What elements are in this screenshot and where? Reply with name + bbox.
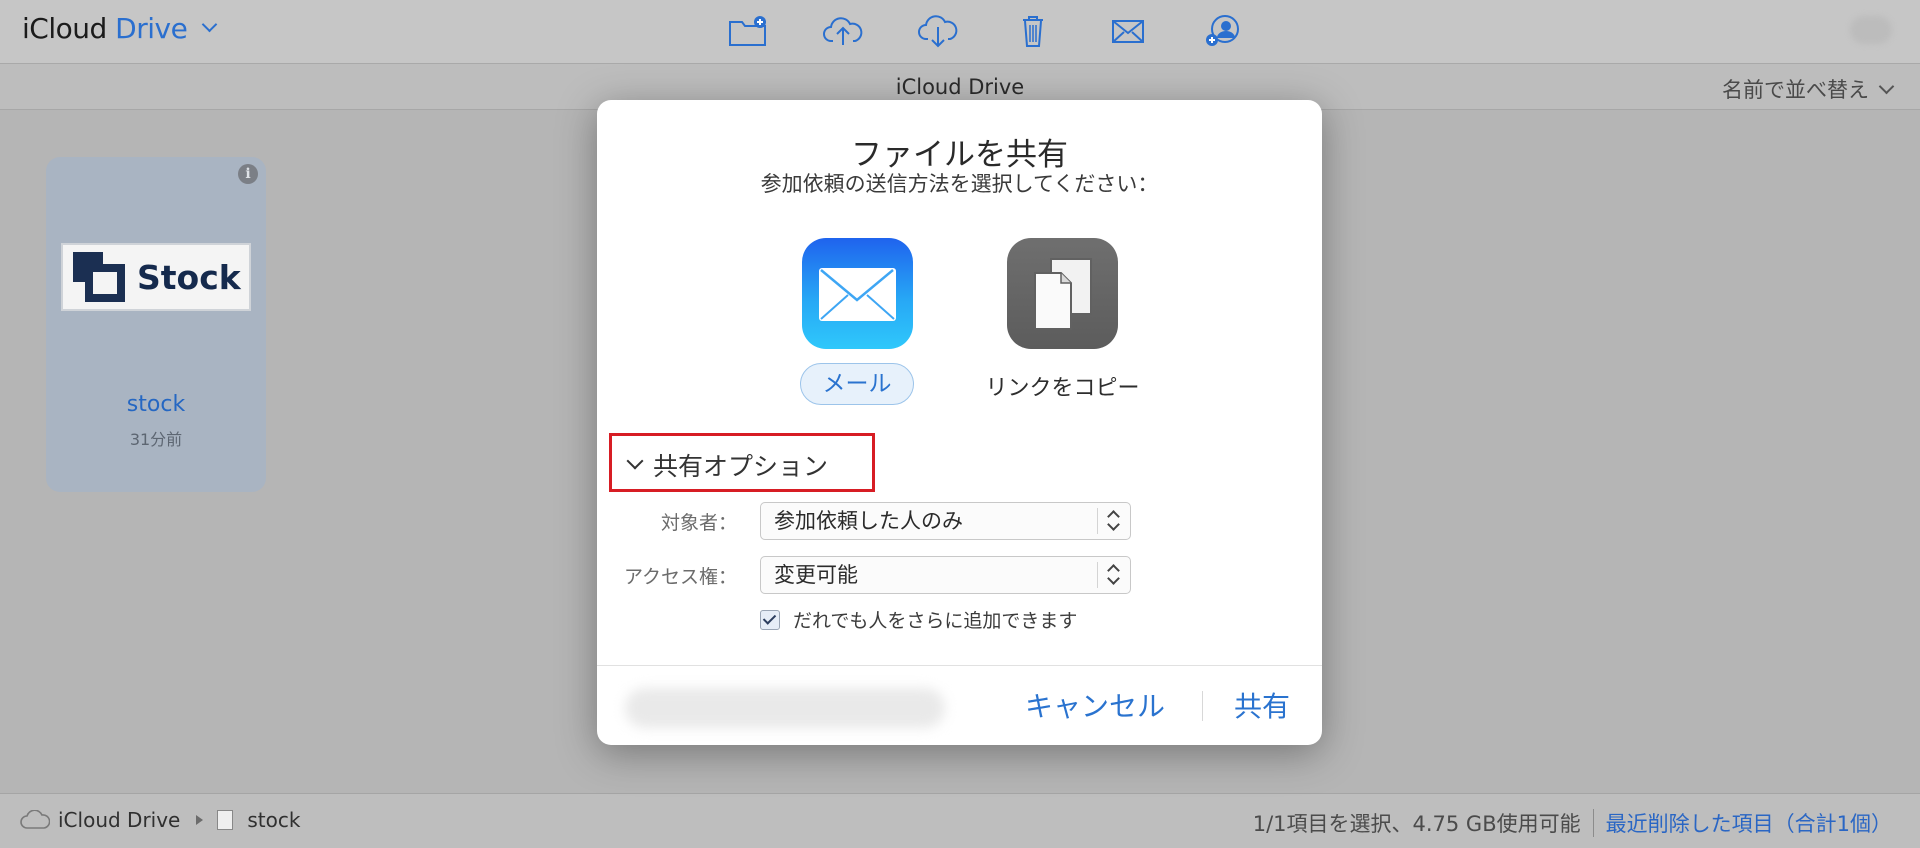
file-name: stock — [126, 392, 186, 417]
file-modified-time: 31分前 — [129, 430, 183, 449]
app-title-suffix: Drive — [115, 12, 188, 45]
storage-status: 1/1項目を選択、4.75 GB使用可能 最近削除した項目（合計1個） — [1253, 808, 1892, 838]
app-title-prefix: iCloud — [22, 12, 107, 45]
sort-label: 名前で並べ替え — [1722, 78, 1869, 102]
logo-text: Stock — [137, 257, 241, 297]
path-breadcrumb: iCloud Drive stock — [20, 808, 300, 832]
divider — [1592, 809, 1594, 837]
sort-menu[interactable]: 名前で並べ替え — [1722, 74, 1895, 104]
upload-button[interactable] — [795, 10, 890, 52]
allow-add-people-row[interactable]: だれでも人をさらに追加できます — [760, 606, 1077, 633]
share-options-toggle[interactable]: 共有オプション — [626, 447, 829, 483]
mail-option-button[interactable]: メール — [800, 363, 914, 405]
audience-label: 対象者： — [660, 512, 737, 534]
chevron-down-icon — [201, 16, 218, 33]
top-bar: iCloud Drive — [0, 0, 1920, 64]
cloud-icon — [20, 810, 50, 829]
upload-icon — [822, 17, 862, 45]
mail-button[interactable] — [1080, 10, 1175, 52]
chevron-down-icon — [1878, 78, 1895, 95]
stock-logo-icon — [73, 252, 125, 302]
breadcrumb-file[interactable]: stock — [247, 808, 300, 832]
up-down-arrows-icon — [1097, 562, 1130, 588]
add-people-icon — [1205, 15, 1239, 46]
allow-add-people-checkbox[interactable] — [760, 609, 780, 630]
copy-link-option-button[interactable]: リンクをコピー — [977, 370, 1148, 402]
up-down-arrows-icon — [1097, 508, 1130, 534]
delete-button[interactable] — [985, 10, 1080, 52]
download-icon — [917, 15, 957, 48]
dialog-divider — [597, 665, 1322, 666]
copy-link-icon[interactable] — [1007, 238, 1118, 349]
selection-status: 1/1項目を選択、4.75 GB使用可能 — [1252, 812, 1581, 836]
breadcrumb-separator-icon — [196, 815, 204, 825]
access-select[interactable]: 変更可能 — [760, 556, 1131, 594]
download-button[interactable] — [890, 10, 985, 52]
redacted-text — [625, 688, 945, 728]
mail-icon — [1111, 20, 1144, 43]
allow-add-people-label: だれでも人をさらに追加できます — [793, 610, 1078, 632]
access-value: 変更可能 — [774, 563, 858, 587]
documents-icon — [1034, 258, 1092, 330]
app-title-menu[interactable]: iCloud Drive — [22, 12, 218, 45]
access-label: アクセス権： — [623, 566, 737, 588]
share-file-dialog: ファイルを共有 参加依頼の送信方法を選択してください： メール リンクをコピー … — [597, 100, 1322, 745]
breadcrumb-root[interactable]: iCloud Drive — [58, 808, 180, 832]
chevron-down-icon — [626, 452, 644, 470]
button-divider — [1202, 691, 1203, 721]
new-folder-button[interactable] — [700, 10, 795, 52]
current-folder-title: iCloud Drive — [895, 75, 1025, 99]
audience-select[interactable]: 参加依頼した人のみ — [760, 502, 1131, 540]
dialog-subtitle: 参加依頼の送信方法を選択してください： — [760, 172, 1159, 196]
file-thumbnail: Stock — [61, 243, 251, 311]
document-icon — [217, 810, 234, 830]
info-icon[interactable]: i — [238, 164, 258, 184]
share-button[interactable]: 共有 — [1234, 685, 1290, 725]
status-bar: iCloud Drive stock 1/1項目を選択、4.75 GB使用可能 … — [0, 793, 1920, 848]
new-folder-icon — [728, 16, 766, 46]
envelope-icon — [819, 268, 896, 321]
share-options-label: 共有オプション — [653, 452, 829, 481]
audience-value: 参加依頼した人のみ — [774, 509, 963, 533]
toolbar — [700, 10, 1270, 52]
recently-deleted-link[interactable]: 最近削除した項目（合計1個） — [1606, 808, 1892, 838]
account-avatar[interactable] — [1850, 16, 1892, 44]
file-tile[interactable]: i Stock stock 31分前 — [46, 157, 266, 492]
mail-app-icon[interactable] — [802, 238, 913, 349]
trash-icon — [1022, 16, 1043, 47]
cancel-button[interactable]: キャンセル — [1025, 685, 1165, 725]
add-people-button[interactable] — [1175, 10, 1270, 52]
